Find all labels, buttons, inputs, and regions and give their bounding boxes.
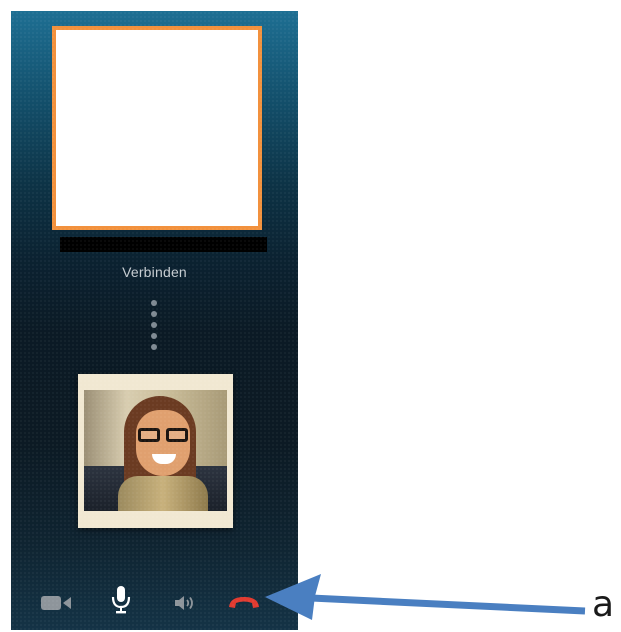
- screenshot-stage: Verbinden a: [0, 0, 621, 632]
- callout-label: a: [592, 584, 615, 625]
- callout-arrow: [265, 574, 586, 620]
